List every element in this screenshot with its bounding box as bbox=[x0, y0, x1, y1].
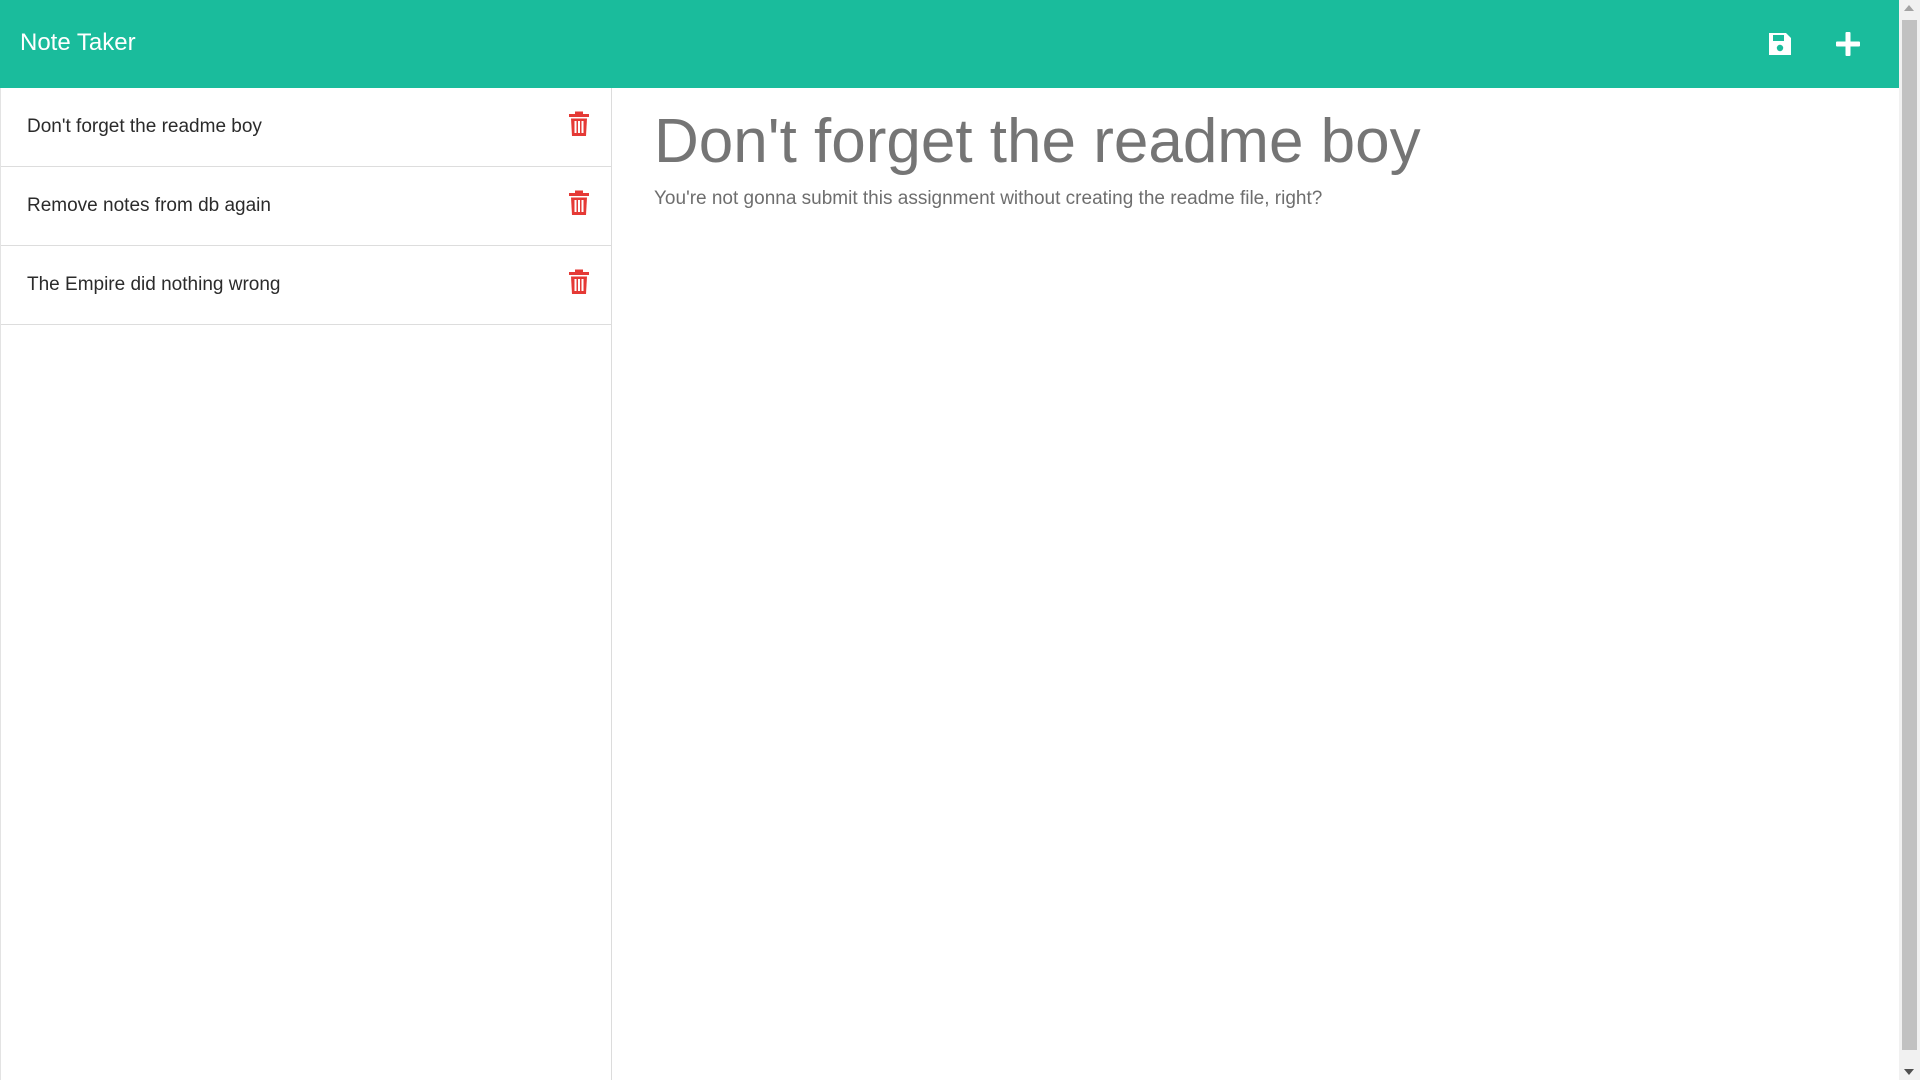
trash-icon[interactable] bbox=[567, 269, 591, 295]
scroll-up-arrow-icon[interactable] bbox=[1904, 5, 1914, 11]
list-item[interactable]: The Empire did nothing wrong bbox=[1, 246, 611, 325]
scroll-down-arrow-icon[interactable] bbox=[1904, 1069, 1914, 1075]
plus-icon bbox=[1836, 32, 1860, 56]
floppy-disk-icon bbox=[1769, 33, 1791, 55]
note-list-title: The Empire did nothing wrong bbox=[27, 274, 281, 295]
app-title[interactable]: Note Taker bbox=[20, 26, 136, 60]
note-list-title: Don't forget the readme boy bbox=[27, 116, 262, 137]
notes-list: Don't forget the readme boy Remove notes… bbox=[0, 88, 612, 1080]
note-list-title: Remove notes from db again bbox=[27, 195, 271, 216]
note-editor: Don't forget the readme boy You're not g… bbox=[612, 88, 1899, 1080]
trash-icon[interactable] bbox=[567, 190, 591, 216]
note-title-input[interactable]: Don't forget the readme boy bbox=[654, 102, 1421, 182]
list-item[interactable]: Remove notes from db again bbox=[1, 167, 611, 246]
vertical-scrollbar[interactable] bbox=[1899, 0, 1920, 1080]
save-note-button[interactable] bbox=[1758, 22, 1802, 66]
trash-icon[interactable] bbox=[567, 111, 591, 137]
note-taker-page: Note Taker Don't forget the readme boy R… bbox=[0, 0, 1920, 1080]
scrollbar-thumb[interactable] bbox=[1902, 20, 1917, 1050]
new-note-button[interactable] bbox=[1826, 22, 1870, 66]
list-item[interactable]: Don't forget the readme boy bbox=[1, 88, 611, 167]
note-text-area[interactable]: You're not gonna submit this assignment … bbox=[654, 186, 1322, 212]
top-navbar: Note Taker bbox=[0, 0, 1899, 88]
